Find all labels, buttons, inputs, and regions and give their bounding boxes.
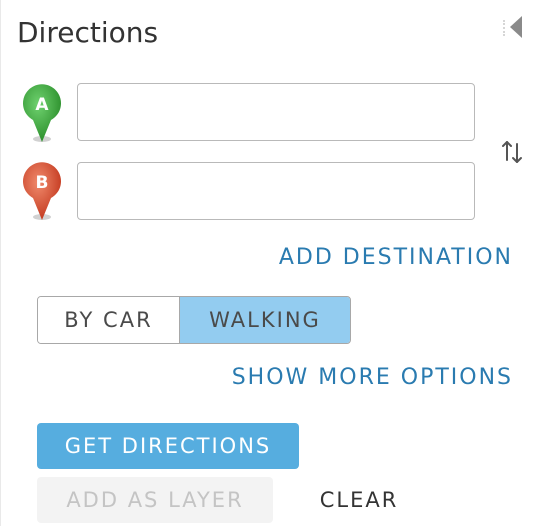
collapse-panel-button[interactable] [501,12,531,42]
add-as-layer-button[interactable]: ADD AS LAYER [37,477,273,523]
start-location-input[interactable] [77,83,475,141]
clear-button[interactable]: CLEAR [309,477,409,523]
travel-mode-toggle: BY CAR WALKING [37,296,351,344]
swap-stops-button[interactable] [497,136,527,168]
mode-by-car-button[interactable]: BY CAR [38,297,179,343]
marker-b-label: B [36,173,49,193]
destination-location-input[interactable] [77,162,475,220]
swap-vertical-icon [502,141,522,163]
panel-title: Directions [17,16,159,49]
directions-panel: Directions A B ADD DESTINATION BY CAR WA… [0,0,544,526]
get-directions-button[interactable]: GET DIRECTIONS [37,423,299,469]
marker-a-icon: A [19,84,65,144]
marker-b-icon: B [19,162,65,222]
show-more-options-link[interactable]: SHOW MORE OPTIONS [232,365,513,390]
chevron-left-icon [510,16,522,38]
grip-dots [503,20,507,36]
mode-walking-button[interactable]: WALKING [179,297,350,343]
marker-a-label: A [35,95,49,115]
add-destination-link[interactable]: ADD DESTINATION [279,245,513,270]
